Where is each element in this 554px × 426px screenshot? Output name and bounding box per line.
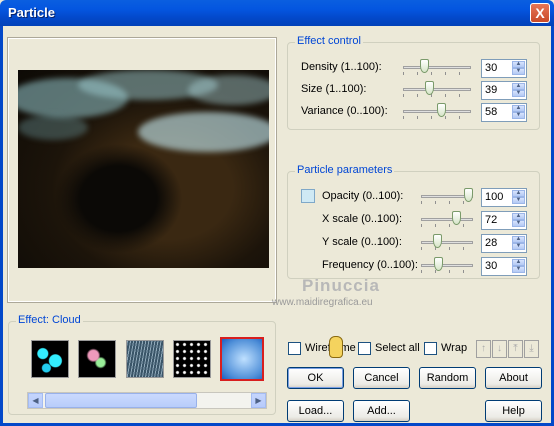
wrap-checkbox[interactable] (424, 342, 437, 355)
spin-arrows-icon[interactable]: ▲ ▼ (512, 83, 525, 98)
effect-control-slider-1[interactable] (403, 80, 471, 100)
about-button[interactable]: About (485, 367, 542, 389)
effect-control-value-1[interactable]: 39 (485, 84, 497, 96)
spin-arrows-icon[interactable]: ▲ ▼ (512, 105, 525, 120)
particle-param-slider-3[interactable] (421, 256, 473, 276)
close-button[interactable]: X (530, 3, 550, 23)
spin-arrows-icon[interactable]: ▲ ▼ (512, 259, 525, 274)
scroll-right-arrow-icon[interactable]: ▶ (251, 393, 266, 408)
effect-control-label-1: Size (1..100): (301, 83, 367, 95)
spin-arrows-icon[interactable]: ▲ ▼ (512, 213, 525, 228)
move-top-icon[interactable]: ⤒ (508, 340, 523, 358)
spin-arrows-icon[interactable]: ▲ ▼ (512, 236, 525, 251)
thumbnail-snow[interactable] (173, 340, 211, 378)
particle-param-value-3[interactable]: 30 (485, 260, 497, 272)
random-button[interactable]: Random (419, 367, 476, 389)
effect-control-slider-2[interactable] (403, 102, 471, 122)
particle-param-spinbox-2[interactable]: 28 ▲ ▼ (481, 234, 527, 253)
opacity-color-swatch[interactable] (301, 189, 315, 203)
particle-parameters-legend: Particle parameters (295, 164, 395, 176)
particle-param-label-1: X scale (0..100): (322, 213, 403, 225)
select-all-checkbox[interactable] (358, 342, 371, 355)
scroll-thumb[interactable] (45, 393, 197, 408)
thumbnail-cloud-selected[interactable] (220, 337, 264, 381)
particle-param-value-1[interactable]: 72 (485, 214, 497, 226)
select-all-label: Select all (375, 342, 420, 354)
particle-param-slider-0[interactable] (421, 187, 473, 207)
add-button[interactable]: Add... (353, 400, 410, 422)
effect-control-label-0: Density (1..100): (301, 61, 382, 73)
effect-control-slider-thumb-0[interactable] (420, 59, 429, 73)
title-bar: Particle X (0, 0, 554, 26)
particle-param-spinbox-1[interactable]: 72 ▲ ▼ (481, 211, 527, 230)
particle-param-value-0[interactable]: 100 (485, 191, 503, 203)
spin-arrows-icon[interactable]: ▲ ▼ (512, 190, 525, 205)
thumbnail-rain[interactable] (126, 340, 164, 378)
particle-param-spinbox-0[interactable]: 100 ▲ ▼ (481, 188, 527, 207)
thumbnail-scrollbar[interactable]: ◀ ▶ (27, 392, 267, 409)
ok-button[interactable]: OK (287, 367, 344, 389)
wrap-label: Wrap (441, 342, 468, 354)
effect-control-label-2: Variance (0..100): (301, 105, 388, 117)
particle-param-slider-2[interactable] (421, 233, 473, 253)
effect-control-value-0[interactable]: 30 (485, 62, 497, 74)
scroll-left-arrow-icon[interactable]: ◀ (28, 393, 43, 408)
effect-control-spinbox-2[interactable]: 58 ▲ ▼ (481, 103, 527, 122)
thumbnail-bokeh[interactable] (78, 340, 116, 378)
spin-arrows-icon[interactable]: ▲ ▼ (512, 61, 525, 76)
particle-param-spinbox-3[interactable]: 30 ▲ ▼ (481, 257, 527, 276)
effect-control-slider-0[interactable] (403, 58, 471, 78)
particle-param-slider-thumb-1[interactable] (452, 211, 461, 225)
wireframe-checkbox[interactable] (288, 342, 301, 355)
effect-control-spinbox-0[interactable]: 30 ▲ ▼ (481, 59, 527, 78)
effect-control-value-2[interactable]: 58 (485, 106, 497, 118)
cancel-button[interactable]: Cancel (353, 367, 410, 389)
particle-param-label-0: Opacity (0..100): (322, 190, 404, 202)
move-up-icon[interactable]: ↑ (476, 340, 491, 358)
thumbnail-bubbles[interactable] (31, 340, 69, 378)
particle-param-slider-thumb-0[interactable] (464, 188, 473, 202)
preview-image (18, 70, 269, 268)
particle-param-label-3: Frequency (0..100): (322, 259, 418, 271)
move-down-icon[interactable]: ↓ (492, 340, 507, 358)
particle-param-value-2[interactable]: 28 (485, 237, 497, 249)
effect-panel-legend: Effect: Cloud (16, 314, 83, 326)
window-title: Particle (8, 5, 55, 20)
hand-cursor-icon (329, 336, 343, 358)
effect-control-spinbox-1[interactable]: 39 ▲ ▼ (481, 81, 527, 100)
help-button[interactable]: Help (485, 400, 542, 422)
particle-param-slider-thumb-2[interactable] (433, 234, 442, 248)
watermark-name: Pinuccia (302, 276, 380, 295)
effect-control-legend: Effect control (295, 35, 363, 47)
particle-param-slider-1[interactable] (421, 210, 473, 230)
effect-control-slider-thumb-1[interactable] (425, 81, 434, 95)
watermark-site: www.maidiregrafica.eu (272, 297, 373, 308)
move-bottom-icon[interactable]: ⤓ (524, 340, 539, 358)
effect-control-slider-thumb-2[interactable] (437, 103, 446, 117)
load-button[interactable]: Load... (287, 400, 344, 422)
particle-param-slider-thumb-3[interactable] (434, 257, 443, 271)
particle-param-label-2: Y scale (0..100): (322, 236, 402, 248)
